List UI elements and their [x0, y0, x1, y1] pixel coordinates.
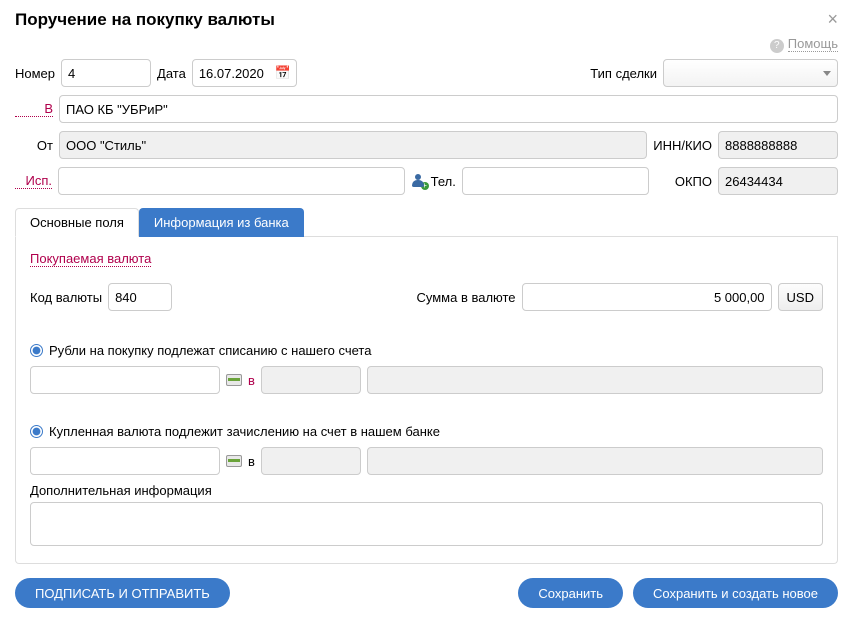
label-tel: Тел. — [431, 174, 456, 189]
label-currency-code: Код валюты — [30, 290, 102, 305]
input-credit-bank — [367, 447, 823, 475]
input-bank-to[interactable] — [59, 95, 838, 123]
label-isp[interactable]: Исп. — [15, 173, 52, 189]
input-date[interactable] — [192, 59, 297, 87]
label-from: От — [15, 138, 53, 153]
close-icon[interactable]: × — [827, 10, 838, 28]
input-inn-kio — [718, 131, 838, 159]
card-icon-2[interactable] — [226, 455, 242, 467]
input-rub-bik — [261, 366, 361, 394]
input-tel[interactable] — [462, 167, 649, 195]
radio-rub-input[interactable] — [30, 344, 43, 357]
input-currency-code[interactable] — [108, 283, 172, 311]
save-button[interactable]: Сохранить — [518, 578, 623, 608]
radio-credit-label: Купленная валюта подлежит зачислению на … — [49, 424, 440, 439]
help-label: Помощь — [788, 36, 838, 52]
textarea-extra-info[interactable] — [30, 502, 823, 546]
label-deal-type: Тип сделки — [590, 66, 657, 81]
help-link[interactable]: ? Помощь — [770, 36, 838, 51]
label-extra-info: Дополнительная информация — [30, 483, 823, 498]
select-deal-type[interactable] — [663, 59, 838, 87]
label-okpo: ОКПО — [675, 174, 712, 189]
page-title: Поручение на покупку валюты — [15, 10, 275, 30]
radio-rub-label: Рубли на покупку подлежат списанию с наш… — [49, 343, 371, 358]
label-v-1: в — [248, 373, 255, 388]
currency-badge: USD — [778, 283, 823, 311]
help-icon: ? — [770, 39, 784, 53]
input-number[interactable] — [61, 59, 151, 87]
save-create-button[interactable]: Сохранить и создать новое — [633, 578, 838, 608]
input-rub-bank — [367, 366, 823, 394]
label-inn-kio: ИНН/КИО — [653, 138, 712, 153]
panel-main: Покупаемая валюта Код валюты Сумма в вал… — [15, 237, 838, 564]
label-number: Номер — [15, 66, 55, 81]
tab-bank-info[interactable]: Информация из банка — [139, 208, 304, 237]
tabs: Основные поля Информация из банка — [15, 207, 838, 237]
label-bank-to[interactable]: В — [15, 101, 53, 117]
radio-rub-from-account[interactable]: Рубли на покупку подлежат списанию с наш… — [30, 343, 371, 358]
section-currency-title[interactable]: Покупаемая валюта — [30, 251, 151, 267]
input-amount[interactable] — [522, 283, 772, 311]
card-icon[interactable] — [226, 374, 242, 386]
chevron-down-icon — [823, 71, 831, 76]
radio-credit-account[interactable]: Купленная валюта подлежит зачислению на … — [30, 424, 440, 439]
label-amount: Сумма в валюте — [416, 290, 515, 305]
add-person-icon[interactable]: + — [411, 174, 425, 188]
sign-send-button[interactable]: ПОДПИСАТЬ И ОТПРАВИТЬ — [15, 578, 230, 608]
input-isp[interactable] — [58, 167, 405, 195]
radio-credit-input[interactable] — [30, 425, 43, 438]
input-rub-account-1[interactable] — [30, 366, 220, 394]
label-v-2: в — [248, 454, 255, 469]
label-date: Дата — [157, 66, 186, 81]
input-credit-account-1[interactable] — [30, 447, 220, 475]
input-from — [59, 131, 647, 159]
input-okpo — [718, 167, 838, 195]
tab-main[interactable]: Основные поля — [15, 208, 139, 237]
input-credit-bik — [261, 447, 361, 475]
